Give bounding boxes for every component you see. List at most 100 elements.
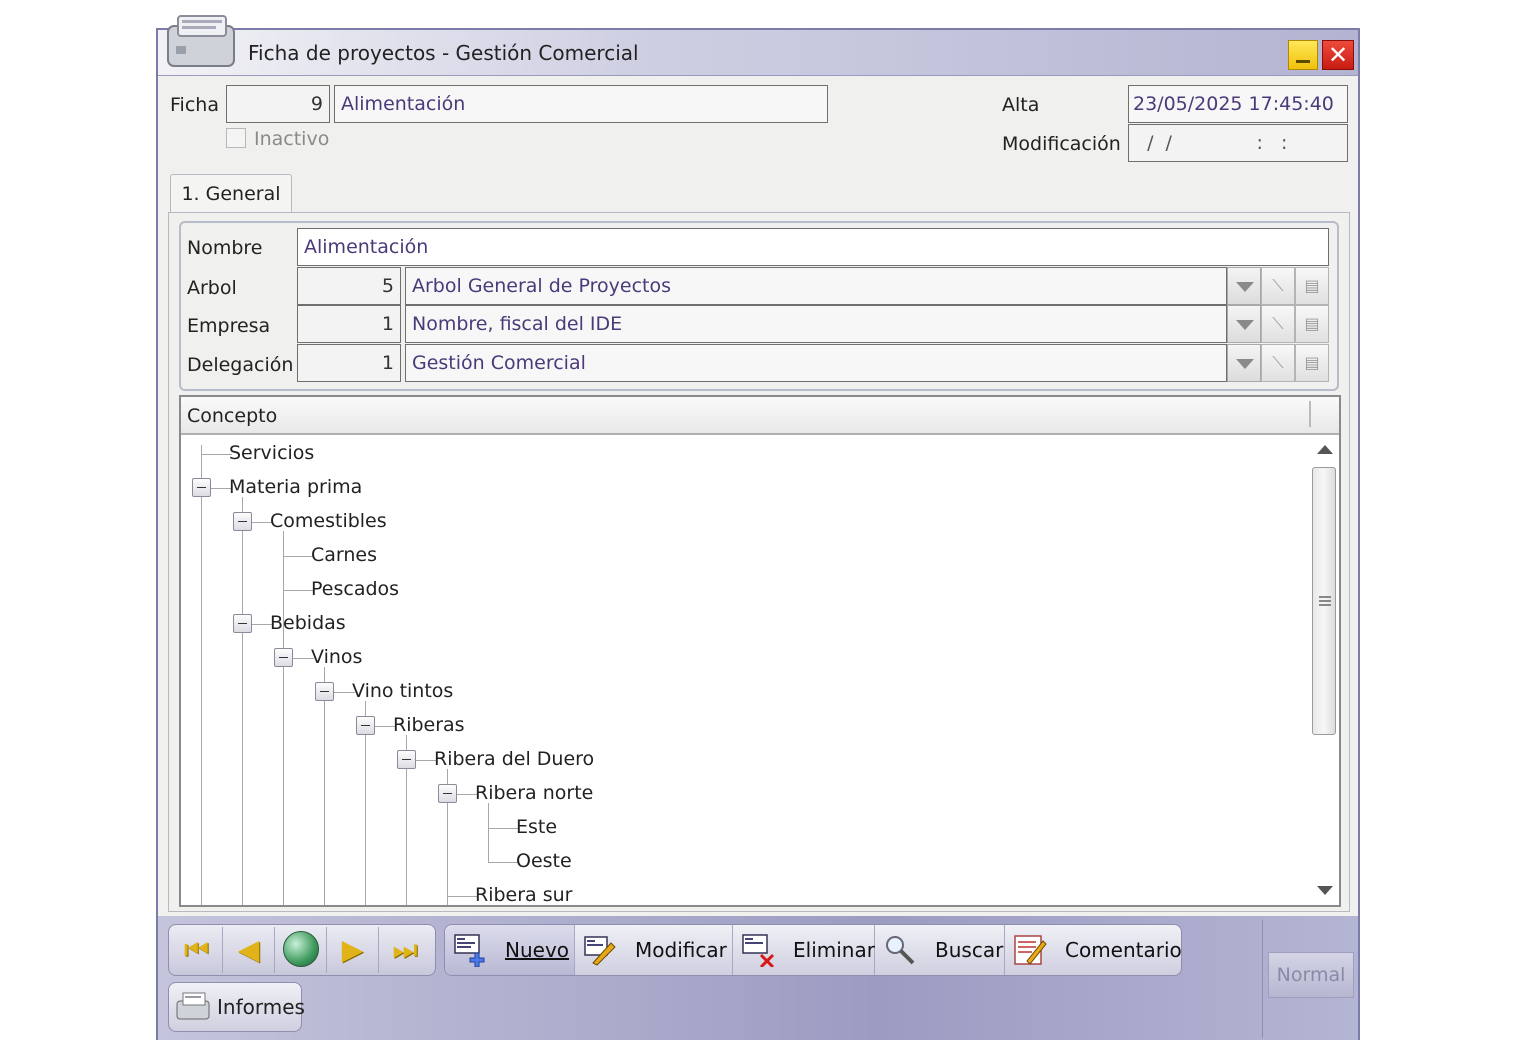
- tree-node[interactable]: Materia prima: [229, 476, 362, 498]
- tree-collapse-icon[interactable]: [233, 614, 252, 633]
- arbol-dropdown-icon[interactable]: [1227, 267, 1261, 305]
- tree-collapse-icon[interactable]: [397, 750, 416, 769]
- modificacion-label: Modificación: [1002, 133, 1121, 155]
- globe-button[interactable]: [275, 927, 327, 973]
- ficha-name-field[interactable]: Alimentación: [334, 85, 828, 123]
- eliminar-label: Eliminar: [793, 938, 875, 962]
- minimize-icon[interactable]: [1288, 40, 1318, 70]
- tree-node[interactable]: Oeste: [516, 850, 572, 872]
- arbol-code-field[interactable]: 5: [297, 267, 401, 305]
- tree-column-header[interactable]: Concepto: [181, 397, 1339, 435]
- ficha-number-field[interactable]: 9: [226, 85, 330, 123]
- arbol-label: Arbol: [187, 277, 237, 299]
- alta-date-field[interactable]: 23/05/2025 17:45:40: [1128, 85, 1348, 123]
- tree-branch-line: [201, 454, 232, 455]
- empresa-open-icon[interactable]: ▤: [1295, 305, 1329, 343]
- buscar-button[interactable]: Buscar: [875, 925, 1005, 975]
- tree-node[interactable]: Riberas: [393, 714, 465, 736]
- inactivo-checkbox[interactable]: [226, 128, 246, 148]
- informes-button[interactable]: Informes: [168, 982, 305, 1032]
- nombre-label: Nombre: [187, 237, 263, 259]
- empresa-name-field[interactable]: Nombre, fiscal del IDE: [405, 305, 1227, 343]
- globe-icon: [283, 931, 319, 967]
- tree-connector-line: [242, 497, 243, 905]
- tree-node[interactable]: Servicios: [229, 442, 314, 464]
- comentario-button[interactable]: Comentario: [1005, 925, 1182, 975]
- tree-connector-line: [488, 803, 489, 862]
- concepto-header-label: Concepto: [187, 405, 278, 427]
- tree-collapse-icon[interactable]: [233, 512, 252, 531]
- modificacion-date-field[interactable]: / / : :: [1128, 124, 1348, 162]
- delegacion-name-field[interactable]: Gestión Comercial: [405, 344, 1227, 382]
- alta-label: Alta: [1002, 94, 1040, 116]
- tree-branch-line: [283, 590, 314, 591]
- bottom-toolbar: ⏮ ◀ ▶ ⏭ Nuevo Modificar Eliminar Buscar …: [158, 916, 1358, 1040]
- nuevo-label: Nuevo: [505, 938, 570, 962]
- delete-record-icon: [742, 934, 775, 967]
- tree-node[interactable]: Comestibles: [270, 510, 387, 532]
- empresa-dropdown-icon[interactable]: [1227, 305, 1261, 343]
- delegacion-label: Delegación: [187, 354, 294, 376]
- arbol-name-field[interactable]: Arbol General de Proyectos: [405, 267, 1227, 305]
- tree-node[interactable]: Carnes: [311, 544, 377, 566]
- action-buttons-group: Nuevo Modificar Eliminar Buscar Comentar…: [444, 924, 1182, 976]
- scroll-thumb[interactable]: [1312, 467, 1336, 735]
- tree-node[interactable]: Este: [516, 816, 557, 838]
- title-bar[interactable]: Ficha de proyectos - Gestión Comercial ✕: [158, 15, 1358, 76]
- modificar-label: Modificar: [635, 938, 727, 962]
- tree-connector-line: [324, 667, 325, 905]
- tree-branch-line: [283, 556, 314, 557]
- printer-icon: [176, 992, 210, 1020]
- buscar-label: Buscar: [935, 938, 1004, 962]
- empresa-code-field[interactable]: 1: [297, 305, 401, 343]
- tree-collapse-icon[interactable]: [438, 784, 457, 803]
- delegacion-search-icon[interactable]: ⟍: [1261, 344, 1295, 382]
- tree-node[interactable]: Pescados: [311, 578, 399, 600]
- delegacion-code-field[interactable]: 1: [297, 344, 401, 382]
- tree-node[interactable]: Vinos: [311, 646, 362, 668]
- tree-node[interactable]: Ribera norte: [475, 782, 593, 804]
- tree-collapse-icon[interactable]: [192, 478, 211, 497]
- delegacion-open-icon[interactable]: ▤: [1295, 344, 1329, 382]
- tree-node[interactable]: Ribera del Duero: [434, 748, 594, 770]
- edit-record-icon: [584, 936, 616, 966]
- project-window: Ficha de proyectos - Gestión Comercial ✕…: [156, 15, 1360, 1040]
- last-record-icon[interactable]: ⏭: [379, 927, 431, 973]
- previous-record-icon[interactable]: ◀: [223, 927, 275, 973]
- delegacion-dropdown-icon[interactable]: [1227, 344, 1261, 382]
- tree-collapse-icon[interactable]: [274, 648, 293, 667]
- modificar-button[interactable]: Modificar: [575, 925, 733, 975]
- comment-icon: [1014, 935, 1047, 965]
- tree-branch-line: [488, 862, 519, 863]
- nombre-field[interactable]: Alimentación: [297, 228, 1329, 266]
- empresa-search-icon[interactable]: ⟍: [1261, 305, 1295, 343]
- column-separator[interactable]: [1309, 401, 1311, 427]
- tree-root-line: [201, 445, 202, 905]
- tree-body[interactable]: Servicios Materia prima Comestibles Carnes P…: [181, 435, 1311, 905]
- tree-connector-line: [283, 633, 284, 905]
- tree-collapse-icon[interactable]: [315, 682, 334, 701]
- arbol-open-icon[interactable]: ▤: [1295, 267, 1329, 305]
- search-icon: [886, 936, 915, 965]
- normal-mode-button[interactable]: Normal: [1268, 952, 1354, 998]
- tree-node[interactable]: Vino tintos: [352, 680, 453, 702]
- concepto-tree[interactable]: Concepto Servicios Materia prima Comestibl…: [179, 395, 1341, 907]
- tab-general[interactable]: 1. General: [170, 174, 292, 214]
- inactivo-label: Inactivo: [254, 128, 330, 150]
- comentario-label: Comentario: [1065, 938, 1182, 962]
- eliminar-button[interactable]: Eliminar: [733, 925, 875, 975]
- scroll-down-icon[interactable]: [1317, 886, 1333, 895]
- scroll-up-icon[interactable]: [1317, 445, 1333, 454]
- toolbar-divider: [1262, 920, 1263, 1038]
- first-record-icon[interactable]: ⏮: [171, 927, 223, 973]
- tree-node[interactable]: Bebidas: [270, 612, 346, 634]
- close-icon[interactable]: ✕: [1322, 40, 1354, 70]
- nuevo-button[interactable]: Nuevo: [445, 925, 575, 975]
- arbol-search-icon[interactable]: ⟍: [1261, 267, 1295, 305]
- tree-collapse-icon[interactable]: [356, 716, 375, 735]
- new-record-icon: [454, 934, 485, 967]
- next-record-icon[interactable]: ▶: [327, 927, 379, 973]
- tree-branch-line: [488, 828, 519, 829]
- tree-node[interactable]: Ribera sur: [475, 884, 572, 905]
- tree-vertical-scrollbar[interactable]: [1311, 437, 1337, 903]
